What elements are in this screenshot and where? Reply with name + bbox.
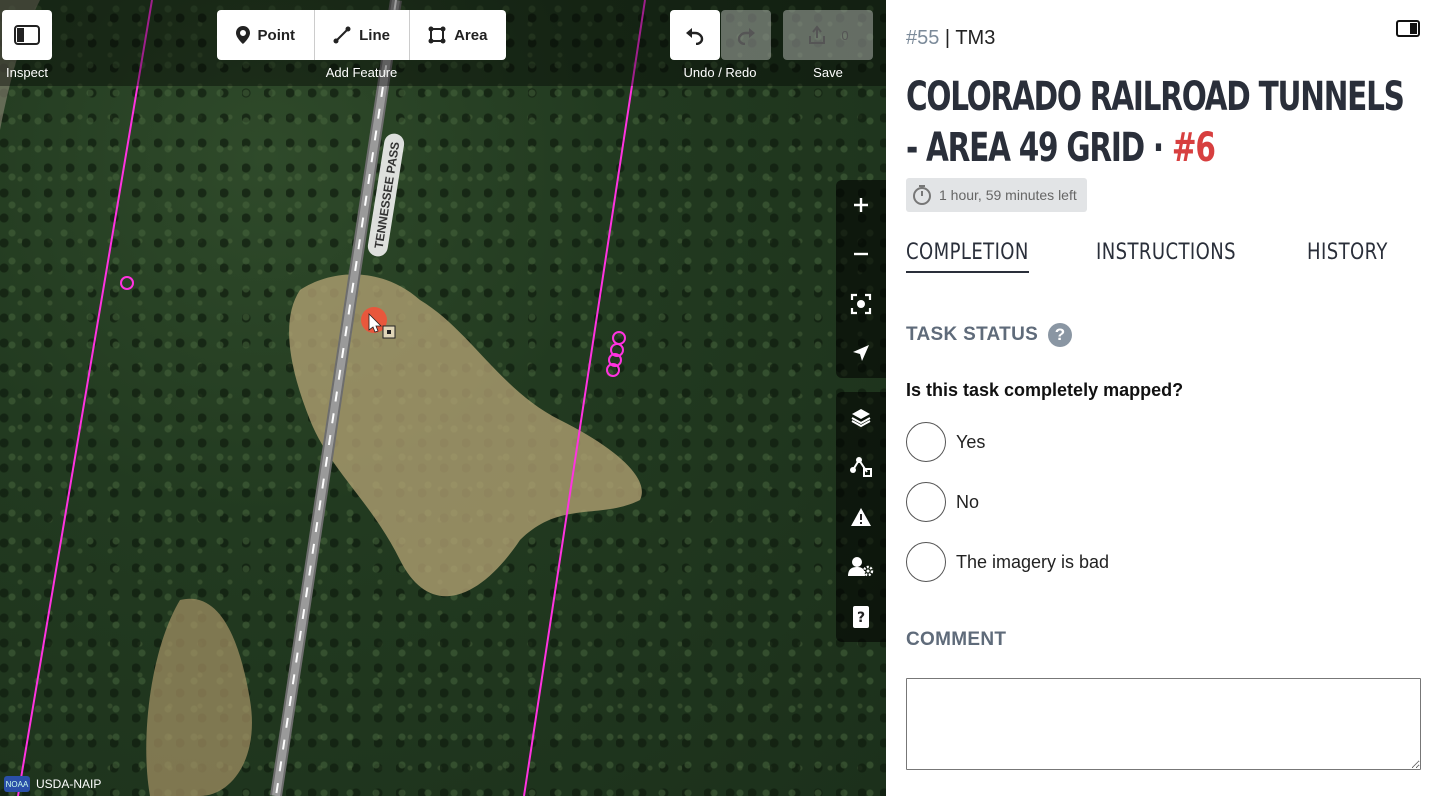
boundary-vertex (120, 276, 134, 290)
comment-field[interactable] (906, 678, 1421, 770)
plus-icon (854, 197, 868, 212)
add-feature-label: Add Feature (325, 65, 398, 80)
user-settings-icon (848, 557, 874, 577)
task-boundary-west (17, 0, 153, 796)
svg-text:?: ? (857, 610, 865, 626)
inspect-label: Inspect (6, 65, 48, 80)
comment-heading: COMMENT (906, 629, 1007, 650)
task-number: #6 (1171, 125, 1216, 171)
help-book-icon: ? (853, 606, 869, 628)
focus-icon (850, 293, 872, 314)
task-status-heading: TASK STATUS? (906, 323, 1073, 347)
sidebar-tabs: COMPLETION INSTRUCTIONS HISTORY (906, 240, 1405, 273)
completion-question: Is this task completely mapped? (906, 380, 1184, 400)
project-title: COLORADO RAILROAD TUNNELS - AREA 49 GRID… (906, 72, 1423, 174)
redo-button[interactable] (721, 10, 771, 60)
geolocate-button[interactable] (836, 329, 886, 379)
area-label: Area (454, 26, 488, 44)
upload-icon (809, 25, 826, 44)
undo-redo-label: Undo / Redo (683, 65, 757, 80)
preferences-button[interactable] (836, 542, 886, 592)
line-button[interactable]: Line (315, 10, 410, 60)
boundary-vertex (612, 331, 626, 345)
map-overlay: TENNESSEE PASS (0, 0, 646, 796)
warning-icon (851, 508, 871, 526)
save-count: 0 (841, 27, 849, 43)
stopwatch-icon (913, 185, 931, 205)
minus-icon (854, 253, 868, 256)
sidebar-toggle-icon (14, 25, 40, 45)
help-icon[interactable]: ? (1048, 323, 1073, 347)
point-label: Point (257, 26, 296, 44)
time-left-badge: 1 hour, 59 minutes left (906, 178, 1087, 212)
help-button[interactable]: ? (836, 592, 886, 642)
radio-bad-imagery[interactable] (906, 542, 946, 582)
area-icon (428, 26, 446, 44)
option-bad-imagery[interactable]: The imagery is bad (906, 542, 1109, 582)
inspect-button[interactable] (2, 10, 52, 60)
map-controls-zoom (836, 180, 886, 378)
layers-button[interactable] (836, 392, 886, 442)
option-yes[interactable]: Yes (906, 422, 985, 462)
panel-toggle-icon[interactable] (1396, 20, 1420, 37)
save-button[interactable]: 0 (783, 10, 873, 60)
undo-button[interactable] (670, 10, 720, 60)
project-short-name: TM3 (955, 27, 996, 49)
map-canvas[interactable]: TENNESSEE PASS Inspect Point Line Area A… (0, 0, 886, 796)
zoom-to-selection-button[interactable] (836, 279, 886, 329)
map-data-button[interactable] (836, 442, 886, 492)
task-id-separator: | (939, 27, 956, 49)
line-icon (333, 26, 351, 44)
option-yes-label: Yes (956, 431, 986, 452)
map-controls-panes: ? (836, 392, 886, 642)
line-label: Line (359, 26, 390, 44)
option-no[interactable]: No (906, 482, 979, 522)
redo-icon (737, 28, 755, 45)
task-id: #55 | TM3 (906, 27, 995, 50)
tab-instructions[interactable]: INSTRUCTIONS (1096, 240, 1236, 273)
imagery-attribution[interactable]: NOAA USDA-NAIP (4, 776, 101, 792)
task-boundary-east (523, 0, 646, 796)
radio-no[interactable] (906, 482, 946, 522)
option-no-label: No (956, 491, 980, 512)
point-icon (235, 26, 250, 44)
issues-button[interactable] (836, 492, 886, 542)
task-status-label: TASK STATUS (906, 324, 1039, 346)
area-button[interactable]: Area (410, 10, 506, 60)
zoom-out-button[interactable] (836, 230, 886, 280)
tab-history[interactable]: HISTORY (1307, 240, 1388, 273)
time-left-text: 1 hour, 59 minutes left (939, 187, 1077, 203)
zoom-in-button[interactable] (836, 180, 886, 230)
task-sidebar: #55 | TM3 COLORADO RAILROAD TUNNELS - AR… (886, 0, 1430, 796)
attribution-text: USDA-NAIP (36, 777, 102, 791)
map-data-icon (850, 457, 872, 477)
radio-yes[interactable] (906, 422, 946, 462)
project-title-text: COLORADO RAILROAD TUNNELS - AREA 49 GRID… (906, 74, 1405, 171)
clearing-area-south (146, 598, 252, 796)
option-bad-imagery-label: The imagery is bad (956, 551, 1110, 572)
layers-icon (851, 409, 871, 428)
agency-logo: NOAA (4, 776, 30, 792)
tab-completion[interactable]: COMPLETION (906, 240, 1029, 273)
location-arrow-icon (853, 345, 869, 362)
add-feature-group: Point Line Area (217, 10, 506, 60)
project-number-link[interactable]: #55 (906, 27, 939, 49)
save-label: Save (813, 65, 843, 80)
undo-icon (686, 28, 704, 45)
point-button[interactable]: Point (217, 10, 315, 60)
